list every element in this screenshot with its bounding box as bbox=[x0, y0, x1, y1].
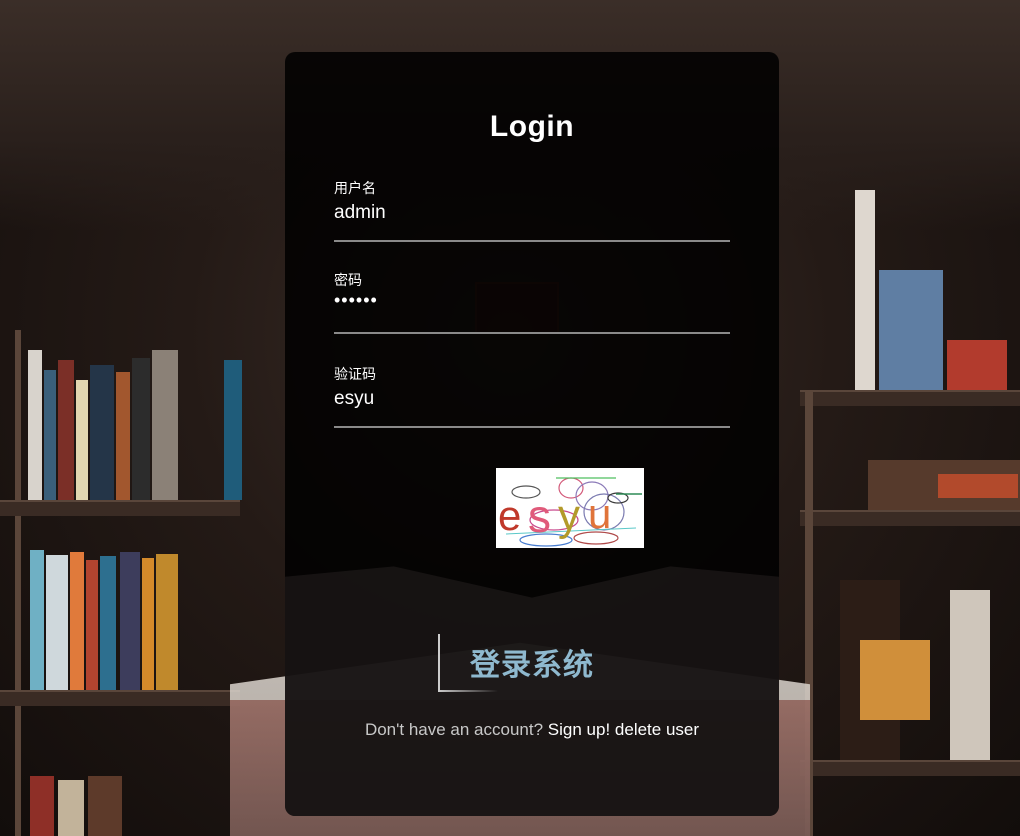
username-label: 用户名 bbox=[334, 180, 376, 196]
footer: Don't have an account? Sign up! delete u… bbox=[285, 720, 779, 740]
username-field[interactable]: 用户名 admin bbox=[334, 178, 730, 242]
login-button[interactable]: 登录系统 bbox=[438, 632, 618, 692]
login-card: Login 用户名 admin 密码 •••••• 验证码 esyu e s y bbox=[285, 52, 779, 816]
signup-prompt: Don't have an account? bbox=[364, 720, 544, 739]
captcha-input[interactable]: esyu bbox=[334, 388, 374, 410]
captcha-field[interactable]: 验证码 esyu bbox=[334, 364, 730, 428]
captcha-label: 验证码 bbox=[334, 366, 376, 382]
captcha-letter: y bbox=[558, 491, 580, 540]
delete-user-link[interactable]: delete user bbox=[615, 720, 699, 739]
login-title: Login bbox=[489, 110, 575, 143]
captcha-image[interactable]: e s y u bbox=[496, 468, 644, 548]
captcha-letter: u bbox=[588, 490, 611, 537]
password-field[interactable]: 密码 •••••• bbox=[334, 270, 730, 334]
signup-link[interactable]: Sign up! bbox=[548, 720, 610, 739]
captcha-letter: e bbox=[498, 492, 521, 539]
username-input[interactable]: admin bbox=[334, 202, 386, 224]
password-label: 密码 bbox=[334, 272, 362, 288]
login-button-label: 登录系统 bbox=[470, 649, 594, 682]
password-input[interactable]: •••••• bbox=[334, 290, 378, 311]
captcha-letter: s bbox=[528, 490, 551, 542]
captcha-graphic: e s y u bbox=[496, 468, 644, 548]
